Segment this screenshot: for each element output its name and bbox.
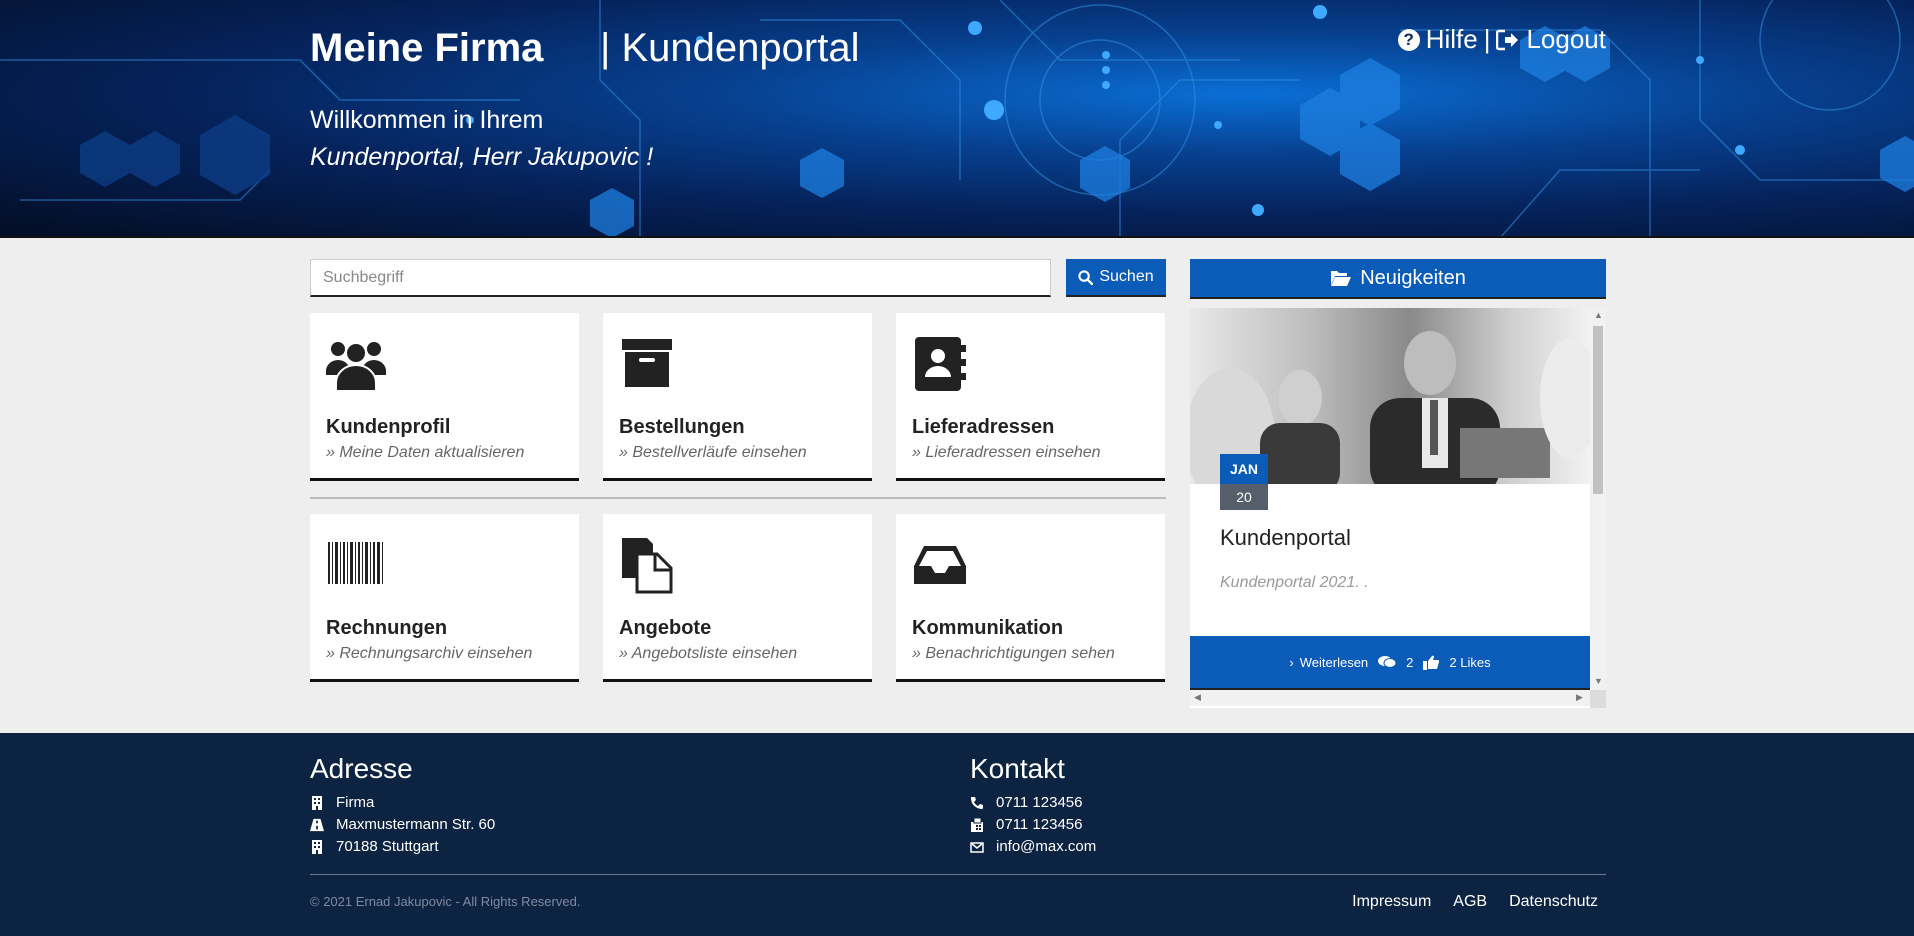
phone-icon (971, 796, 983, 809)
footer: Adresse Firma Maxmustermann Str. 60 7018… (0, 733, 1914, 936)
tile-title: Bestellungen (619, 416, 745, 438)
welcome-text-line2: Kundenportal, Herr Jakupovic ! (310, 143, 654, 171)
top-links-separator: | (1483, 24, 1491, 54)
news-header-label: Neuigkeiten (1360, 266, 1466, 289)
footer-link-impressum[interactable]: Impressum (1352, 893, 1431, 911)
address-street: Maxmustermann Str. 60 (336, 816, 496, 833)
news-excerpt: Kundenportal 2021. . (1220, 574, 1369, 591)
address-title: Adresse (310, 753, 413, 784)
address-line-company: Firma (310, 794, 374, 811)
inbox-icon (914, 546, 966, 584)
top-links: ? Hilfe | Logout (1397, 24, 1606, 55)
contact-phone: 0711 123456 (970, 794, 1082, 811)
portal-title: | Kundenportal (600, 26, 860, 70)
tile-title: Rechnungen (326, 617, 448, 639)
building-icon (312, 839, 322, 854)
archive-box-icon (622, 339, 672, 387)
read-more-label: Weiterlesen (1299, 654, 1369, 670)
address-line-city: 70188 Stuttgart (310, 838, 439, 855)
copyright-text: © 2021 Ernad Jakupovic - All Rights Rese… (310, 894, 581, 909)
search-button[interactable]: Suchen (1066, 259, 1166, 297)
news-horizontal-scrollbar[interactable]: ◀ ▶ (1190, 690, 1590, 706)
news-footer-bar: › Weiterlesen 2 2 Likes (1190, 636, 1590, 690)
folder-open-icon (1331, 271, 1352, 286)
comments-icon (1378, 656, 1397, 668)
brand-name: Meine Firma (310, 26, 544, 70)
chevron-right-icon: › (1289, 654, 1294, 670)
address-line-street: Maxmustermann Str. 60 (310, 816, 495, 833)
tile-rechnungen[interactable]: Rechnungen » Rechnungsarchiv einsehen (310, 514, 579, 682)
tiles-divider (310, 497, 1166, 499)
footer-link-agb[interactable]: AGB (1453, 893, 1487, 911)
phone-number[interactable]: 0711 123456 (996, 794, 1082, 811)
envelope-icon (970, 841, 984, 853)
welcome-text-line1: Willkommen in Ihrem (310, 106, 544, 134)
users-icon (326, 342, 386, 392)
tile-bestellungen[interactable]: Bestellungen » Bestellverläufe einsehen (603, 313, 872, 481)
comment-count: 2 (1406, 654, 1414, 670)
building-icon (312, 795, 322, 810)
documents-icon (622, 538, 673, 594)
scroll-up-arrow-icon[interactable]: ▲ (1594, 310, 1603, 320)
tile-title: Kundenprofil (326, 416, 451, 438)
fax-number: 0711 123456 (996, 816, 1083, 833)
news-date-day: 20 (1220, 484, 1268, 510)
road-icon (310, 818, 324, 831)
scroll-thumb[interactable] (1593, 326, 1603, 494)
news-panel: JAN 20 Kundenportal Kundenportal 2021. .… (1190, 308, 1606, 708)
tile-subtitle: » Rechnungsarchiv einsehen (326, 645, 533, 662)
search-input[interactable] (310, 259, 1051, 297)
tile-subtitle: » Lieferadressen einsehen (912, 444, 1101, 461)
help-link[interactable]: ? Hilfe (1397, 24, 1478, 55)
news-vertical-scrollbar[interactable]: ▲ ▼ (1590, 308, 1606, 690)
address-company: Firma (336, 794, 375, 811)
footer-divider (310, 874, 1606, 875)
circuit-background (0, 0, 1914, 236)
tile-angebote[interactable]: Angebote » Angebotsliste einsehen (603, 514, 872, 682)
search-button-label: Suchen (1099, 268, 1154, 285)
tile-subtitle: » Benachrichtigungen sehen (912, 645, 1115, 662)
tile-lieferadressen[interactable]: Lieferadressen » Lieferadressen einsehen (896, 313, 1165, 481)
news-title[interactable]: Kundenportal (1220, 525, 1351, 551)
fax-icon (971, 817, 983, 832)
tile-subtitle: » Bestellverläufe einsehen (619, 444, 807, 461)
header-banner: Meine Firma | Kundenportal Willkommen in… (0, 0, 1914, 238)
contact-title: Kontakt (970, 753, 1065, 784)
tile-kundenprofil[interactable]: Kundenprofil » Meine Daten aktualisieren (310, 313, 579, 481)
search-icon (1078, 269, 1094, 285)
contact-fax: 0711 123456 (970, 816, 1082, 833)
question-circle-icon: ? (1397, 28, 1420, 51)
barcode-icon (328, 542, 383, 584)
logout-label: Logout (1526, 24, 1606, 54)
read-more-link[interactable]: › Weiterlesen (1289, 655, 1368, 670)
footer-links: Impressum AGB Datenschutz (1352, 893, 1598, 911)
tile-subtitle: » Meine Daten aktualisieren (326, 444, 525, 461)
scroll-corner (1590, 690, 1606, 708)
email-address[interactable]: info@max.com (996, 838, 1096, 855)
tile-subtitle: » Angebotsliste einsehen (619, 645, 798, 662)
like-count: 2 Likes (1449, 654, 1491, 670)
help-label: Hilfe (1425, 24, 1478, 54)
scroll-right-arrow-icon[interactable]: ▶ (1576, 692, 1583, 703)
news-date-month: JAN (1220, 454, 1268, 484)
footer-link-datenschutz[interactable]: Datenschutz (1509, 893, 1598, 911)
sign-out-icon (1496, 29, 1519, 50)
scroll-left-arrow-icon[interactable]: ◀ (1194, 692, 1201, 703)
news-header[interactable]: Neuigkeiten (1190, 259, 1606, 299)
address-city: 70188 Stuttgart (336, 838, 439, 855)
contact-email: info@max.com (970, 838, 1096, 855)
scroll-down-arrow-icon[interactable]: ▼ (1594, 676, 1603, 686)
tile-title: Kommunikation (912, 617, 1064, 639)
tile-title: Lieferadressen (912, 416, 1055, 438)
thumbs-up-icon[interactable] (1423, 655, 1440, 670)
tile-kommunikation[interactable]: Kommunikation » Benachrichtigungen sehen (896, 514, 1165, 682)
logout-link[interactable]: Logout (1496, 24, 1606, 55)
tile-title: Angebote (619, 617, 712, 639)
address-book-icon (915, 337, 966, 391)
